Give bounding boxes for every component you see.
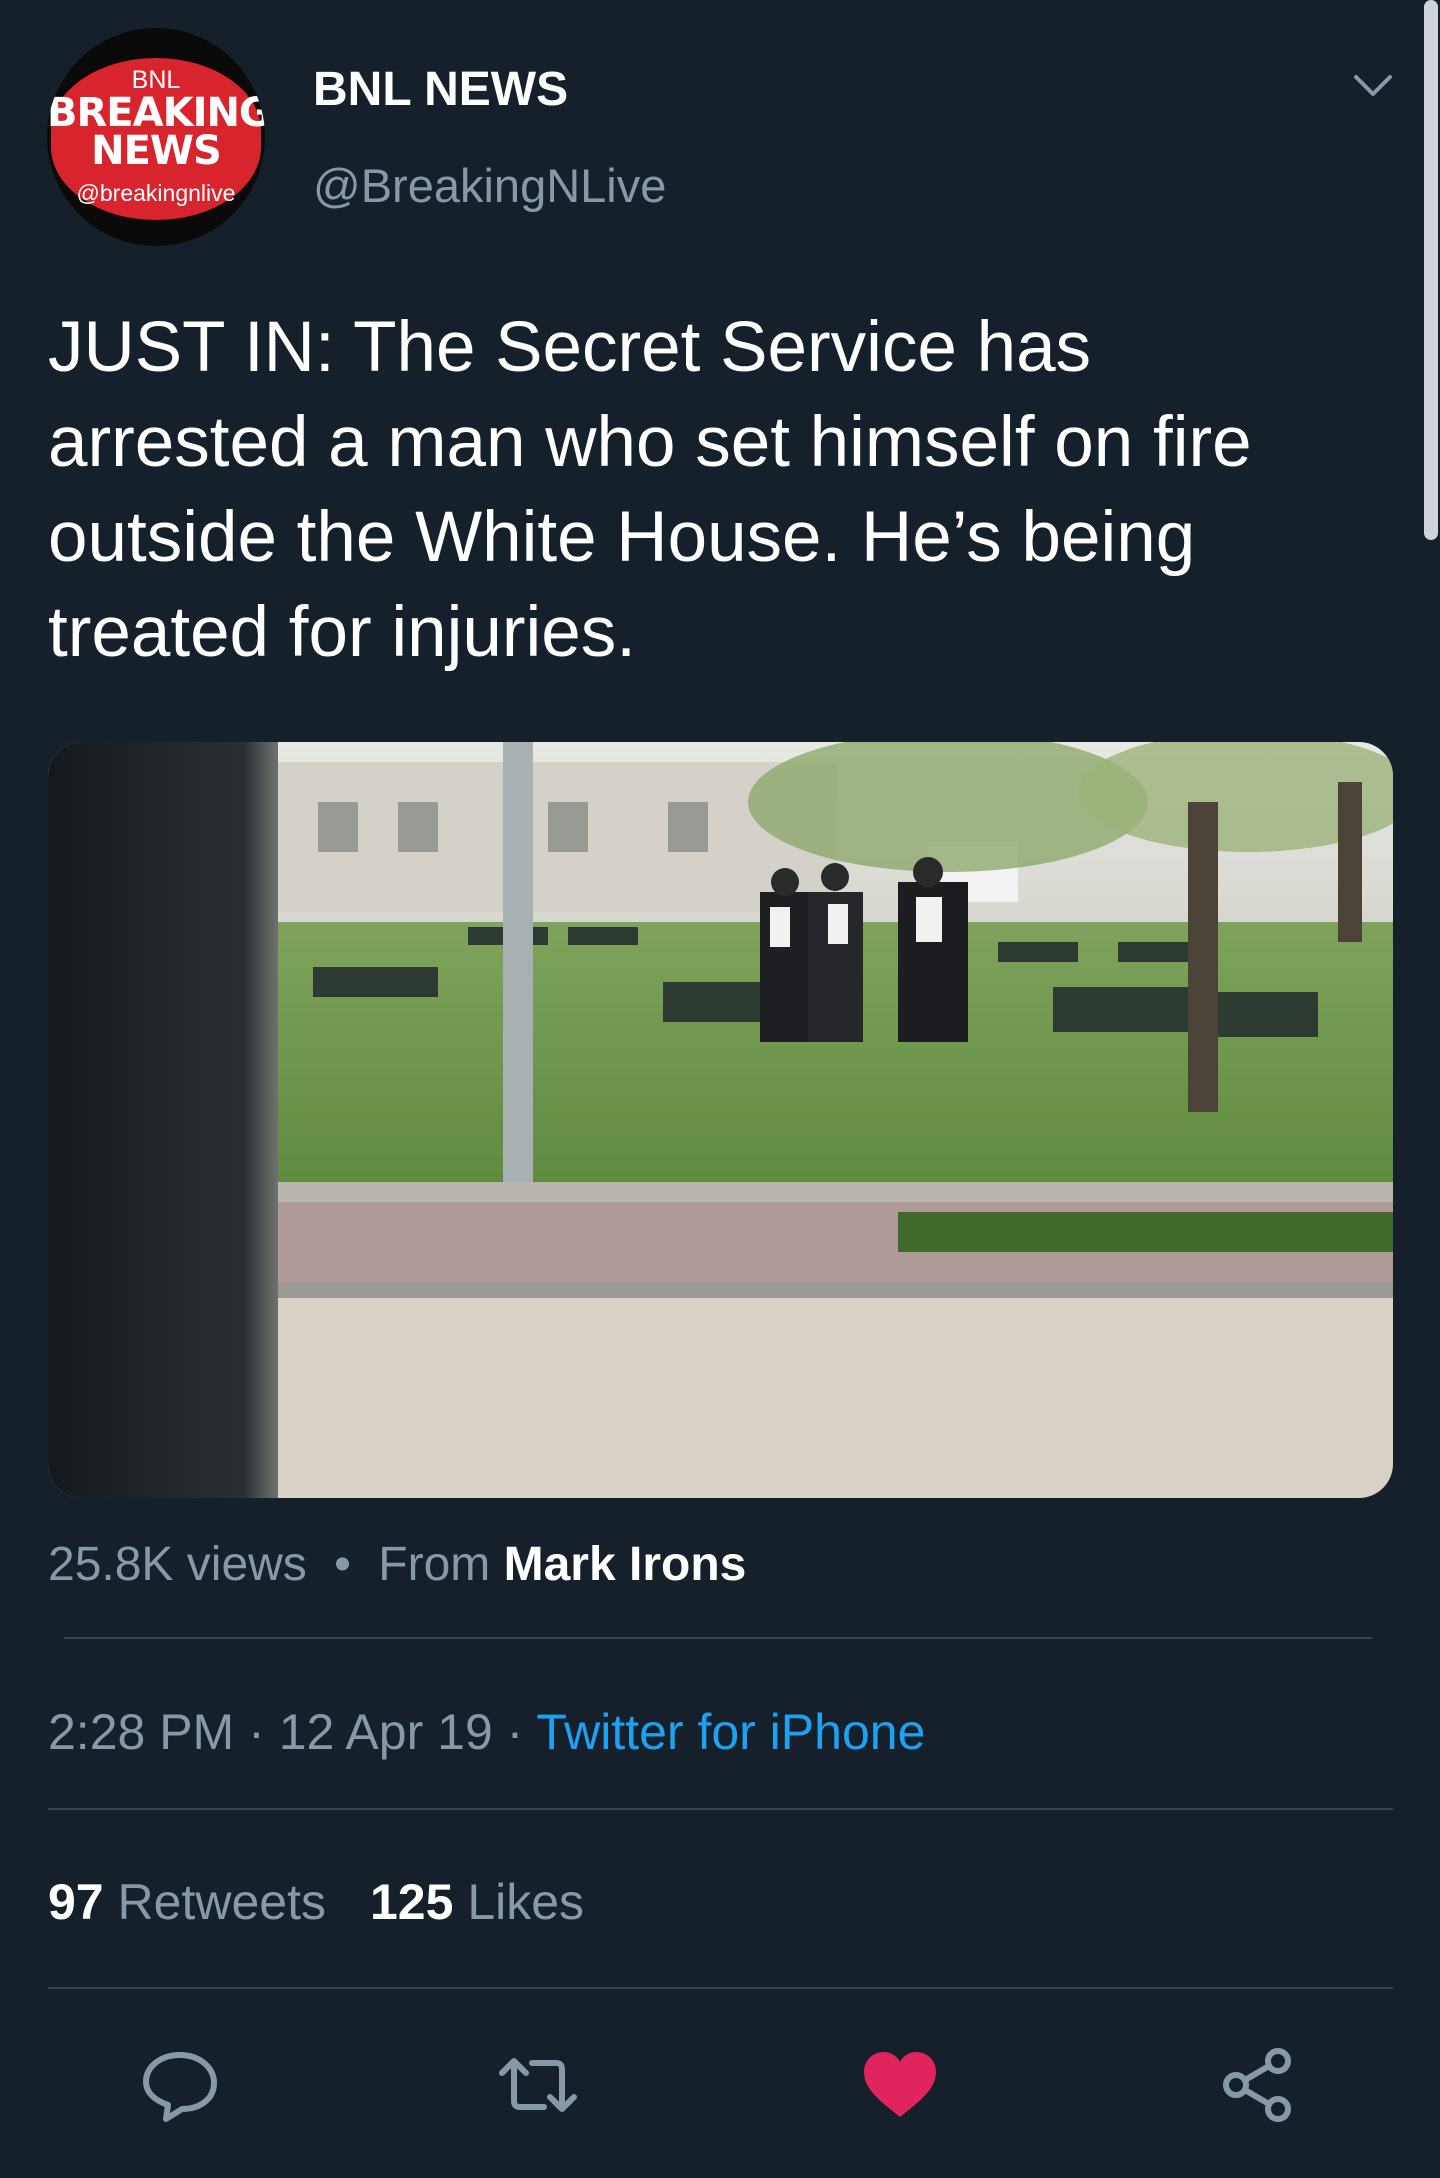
retweet-icon[interactable] [498, 2045, 578, 2125]
avatar-line2: NEWS [91, 128, 222, 174]
avatar-handle: @breakingnlive [76, 180, 236, 206]
likes-stat[interactable]: 125 Likes [370, 1874, 584, 1930]
separator: · [506, 1704, 524, 1760]
tweet-stats: 97 Retweets 125 Likes [48, 1873, 584, 1931]
tweet-text-line: outside the White House. He’s being [48, 498, 1196, 577]
view-count: 25.8K views [48, 1538, 307, 1591]
tweet-meta: 2:28 PM · 12 Apr 19 · Twitter for iPhone [48, 1703, 925, 1761]
separator: • [334, 1538, 351, 1591]
divider [48, 1808, 1393, 1810]
divider [48, 1987, 1393, 1989]
tweet-text-line: arrested a man who set himself on fire [48, 403, 1252, 482]
likes-count: 125 [369, 1874, 454, 1930]
tweet-time: 2:28 PM [48, 1704, 235, 1760]
chevron-down-icon[interactable] [1352, 72, 1394, 100]
tweet-detail-page: BNL BREAKING NEWS @breakingnlive BNL NEW… [0, 0, 1440, 2178]
from-label: From [378, 1538, 491, 1591]
tweet-text-line: treated for injuries. [48, 593, 637, 672]
author-name[interactable]: BNL NEWS [313, 62, 568, 117]
like-icon[interactable] [860, 2045, 940, 2125]
divider [64, 1637, 1372, 1639]
tweet-date: 12 Apr 19 [278, 1704, 493, 1760]
video-scene [48, 742, 1393, 1498]
tweet-text: JUST IN: The Secret Service has arrested… [48, 300, 1388, 680]
views-line: 25.8K views • From Mark Irons [48, 1537, 746, 1592]
media-author[interactable]: Mark Irons [504, 1538, 747, 1591]
video-media[interactable] [48, 742, 1393, 1498]
tweet-text-line: JUST IN: The Secret Service has [48, 308, 1092, 387]
scrollbar[interactable] [1424, 0, 1438, 540]
separator: · [248, 1704, 265, 1760]
retweets-label: Retweets [117, 1874, 326, 1930]
reply-icon[interactable] [140, 2045, 220, 2125]
retweets-stat[interactable]: 97 Retweets [48, 1874, 326, 1930]
tweet-source-link[interactable]: Twitter for iPhone [536, 1704, 925, 1760]
author-handle[interactable]: @BreakingNLive [313, 158, 666, 213]
retweets-count: 97 [48, 1874, 104, 1930]
share-icon[interactable] [1218, 2045, 1298, 2125]
likes-label: Likes [467, 1874, 585, 1930]
avatar[interactable]: BNL BREAKING NEWS @breakingnlive [47, 28, 265, 246]
